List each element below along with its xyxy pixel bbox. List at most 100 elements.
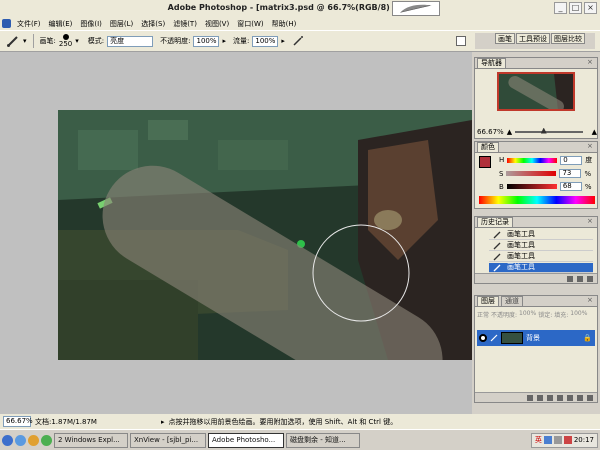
- tab-color[interactable]: 颜色: [477, 142, 499, 152]
- opacity-input[interactable]: 100%: [193, 35, 220, 47]
- taskbar-item-browser[interactable]: 磁盘剩余 - 知道...: [286, 432, 360, 448]
- navigator-thumbnail[interactable]: [497, 72, 575, 111]
- menu-image[interactable]: 图像(I): [76, 19, 106, 29]
- panel-menu-icon[interactable]: ×: [587, 59, 595, 67]
- menu-layer[interactable]: 图层(L): [106, 19, 137, 29]
- brush-size-picker[interactable]: 250: [59, 34, 72, 48]
- quicklaunch-desktop-icon[interactable]: [28, 434, 39, 446]
- taskbar-item-photoshop[interactable]: Adobe Photosho...: [208, 432, 284, 448]
- history-item[interactable]: 画笔工具: [489, 241, 593, 251]
- menu-select[interactable]: 选择(S): [137, 19, 169, 29]
- history-item[interactable]: 画笔工具: [489, 252, 593, 262]
- new-layer-icon[interactable]: [577, 394, 583, 401]
- airbrush-icon[interactable]: [292, 35, 304, 47]
- fill-label: 填充:: [554, 312, 569, 319]
- new-document-icon[interactable]: [567, 275, 573, 282]
- b-slider[interactable]: [506, 184, 557, 189]
- clock[interactable]: 20:17: [574, 436, 594, 444]
- tab-navigator[interactable]: 导航器: [477, 58, 506, 68]
- history-item-label: 画笔工具: [507, 230, 535, 238]
- photoshop-app-icon[interactable]: [2, 19, 11, 28]
- panel-menu-icon[interactable]: ×: [587, 218, 595, 226]
- history-item[interactable]: 画笔工具: [489, 230, 593, 240]
- menu-edit[interactable]: 编辑(E): [45, 19, 77, 29]
- brush-picker-chevron-icon[interactable]: ▾: [75, 37, 79, 45]
- layer-name[interactable]: 背景: [526, 333, 540, 343]
- opacity-chevron-icon[interactable]: ▸: [222, 37, 226, 45]
- tab-layers[interactable]: 图层: [477, 296, 499, 306]
- minimize-button[interactable]: _: [554, 2, 567, 14]
- zoom-in-icon[interactable]: ▲: [592, 128, 597, 136]
- mode-select[interactable]: 亮度: [107, 35, 154, 47]
- layer-opacity-input[interactable]: 100%: [519, 310, 536, 328]
- brush-preset-chevron-icon[interactable]: ▾: [23, 37, 27, 45]
- network-icon[interactable]: [543, 436, 552, 444]
- mask-icon[interactable]: [547, 394, 553, 401]
- brush-tool-icon[interactable]: [6, 34, 20, 48]
- b-input[interactable]: 68: [559, 182, 582, 191]
- brush-size: 250: [58, 40, 73, 48]
- menu-filter[interactable]: 滤镜(T): [169, 19, 201, 29]
- navigator-zoom-slider[interactable]: [515, 127, 583, 134]
- history-item-selected[interactable]: 画笔工具: [489, 263, 593, 273]
- menu-help[interactable]: 帮助(H): [268, 19, 301, 29]
- h-slider[interactable]: [507, 157, 558, 163]
- trash-icon[interactable]: [587, 394, 593, 401]
- brush-icon: [493, 242, 501, 250]
- link-icon[interactable]: [527, 394, 533, 401]
- h-input[interactable]: 0: [560, 155, 583, 165]
- s-slider[interactable]: [506, 171, 557, 176]
- opacity-label: 不透明度:: [160, 37, 191, 45]
- blend-mode-select[interactable]: 正常: [477, 310, 489, 328]
- panel-menu-icon[interactable]: ×: [587, 297, 595, 305]
- menu-bar: 文件(F) 编辑(E) 图像(I) 图层(L) 选择(S) 滤镜(T) 视图(V…: [0, 17, 600, 30]
- tab-channels[interactable]: 通道: [501, 296, 523, 306]
- antivirus-icon[interactable]: [563, 436, 572, 444]
- s-input[interactable]: 73: [559, 169, 582, 178]
- adjustment-layer-icon[interactable]: [567, 394, 573, 401]
- foreground-color-swatch[interactable]: [479, 156, 491, 168]
- menu-view[interactable]: 视图(V): [201, 19, 233, 29]
- doc-size[interactable]: 文档:1.87M/1.87M: [35, 417, 97, 427]
- eye-icon[interactable]: [479, 334, 487, 342]
- color-spectrum-bar[interactable]: [479, 196, 595, 204]
- tab-history[interactable]: 历史记录: [477, 217, 513, 227]
- taskbar-item-xnview[interactable]: XnView - [sjbl_pi...: [130, 432, 206, 448]
- folder-icon[interactable]: [557, 394, 563, 401]
- volume-icon[interactable]: [553, 436, 562, 444]
- taskbar-item-explorer[interactable]: 2 Windows Expl...: [54, 432, 128, 448]
- well-tab-tool-presets[interactable]: 工具预设: [516, 33, 550, 44]
- maximize-button[interactable]: □: [569, 2, 582, 14]
- layers-footer: [475, 392, 597, 402]
- status-bar: 66.67% 文档:1.87M/1.87M ▸ 点按并拖移以用前景色绘画。要用附…: [0, 414, 600, 429]
- palette-well: 画笔 工具预设 图层比较: [475, 33, 595, 49]
- status-menu-arrow-icon[interactable]: ▸: [161, 418, 165, 426]
- well-tab-brushes[interactable]: 画笔: [495, 33, 515, 44]
- layer-row[interactable]: 背景 🔒: [477, 330, 595, 346]
- color-row-h: H 0 度: [499, 155, 592, 165]
- navigator-zoom[interactable]: 66.67%: [477, 128, 504, 136]
- panel-menu-icon[interactable]: ×: [587, 143, 595, 151]
- flow-input[interactable]: 100%: [252, 35, 279, 47]
- status-zoom-input[interactable]: 66.67%: [3, 416, 33, 427]
- start-icon[interactable]: [2, 434, 13, 446]
- flow-chevron-icon[interactable]: ▸: [281, 37, 285, 45]
- new-snapshot-icon[interactable]: [577, 275, 583, 282]
- close-button[interactable]: ×: [584, 2, 597, 14]
- zoom-out-icon[interactable]: ▲: [507, 128, 512, 136]
- flow-label: 流量:: [233, 37, 250, 45]
- layer-style-icon[interactable]: [537, 394, 543, 401]
- document-canvas[interactable]: [58, 110, 472, 360]
- fill-input[interactable]: 100%: [570, 310, 587, 328]
- menu-file[interactable]: 文件(F): [13, 19, 45, 29]
- menu-window[interactable]: 窗口(W): [233, 19, 267, 29]
- brush-icon: [493, 231, 501, 239]
- quicklaunch-ie-icon[interactable]: [15, 434, 26, 446]
- trash-icon[interactable]: [587, 275, 593, 282]
- ime-indicator[interactable]: 英: [535, 435, 542, 445]
- well-tab-layer-comps[interactable]: 图层比较: [551, 33, 585, 44]
- quicklaunch-app-icon[interactable]: [41, 434, 52, 446]
- file-browser-icon[interactable]: [456, 36, 466, 46]
- separator: [32, 34, 34, 48]
- palette-dock: 导航器 × 66.67% ▲ ▲ 颜色 × H 0 度 S 73 % B 68 …: [472, 52, 600, 414]
